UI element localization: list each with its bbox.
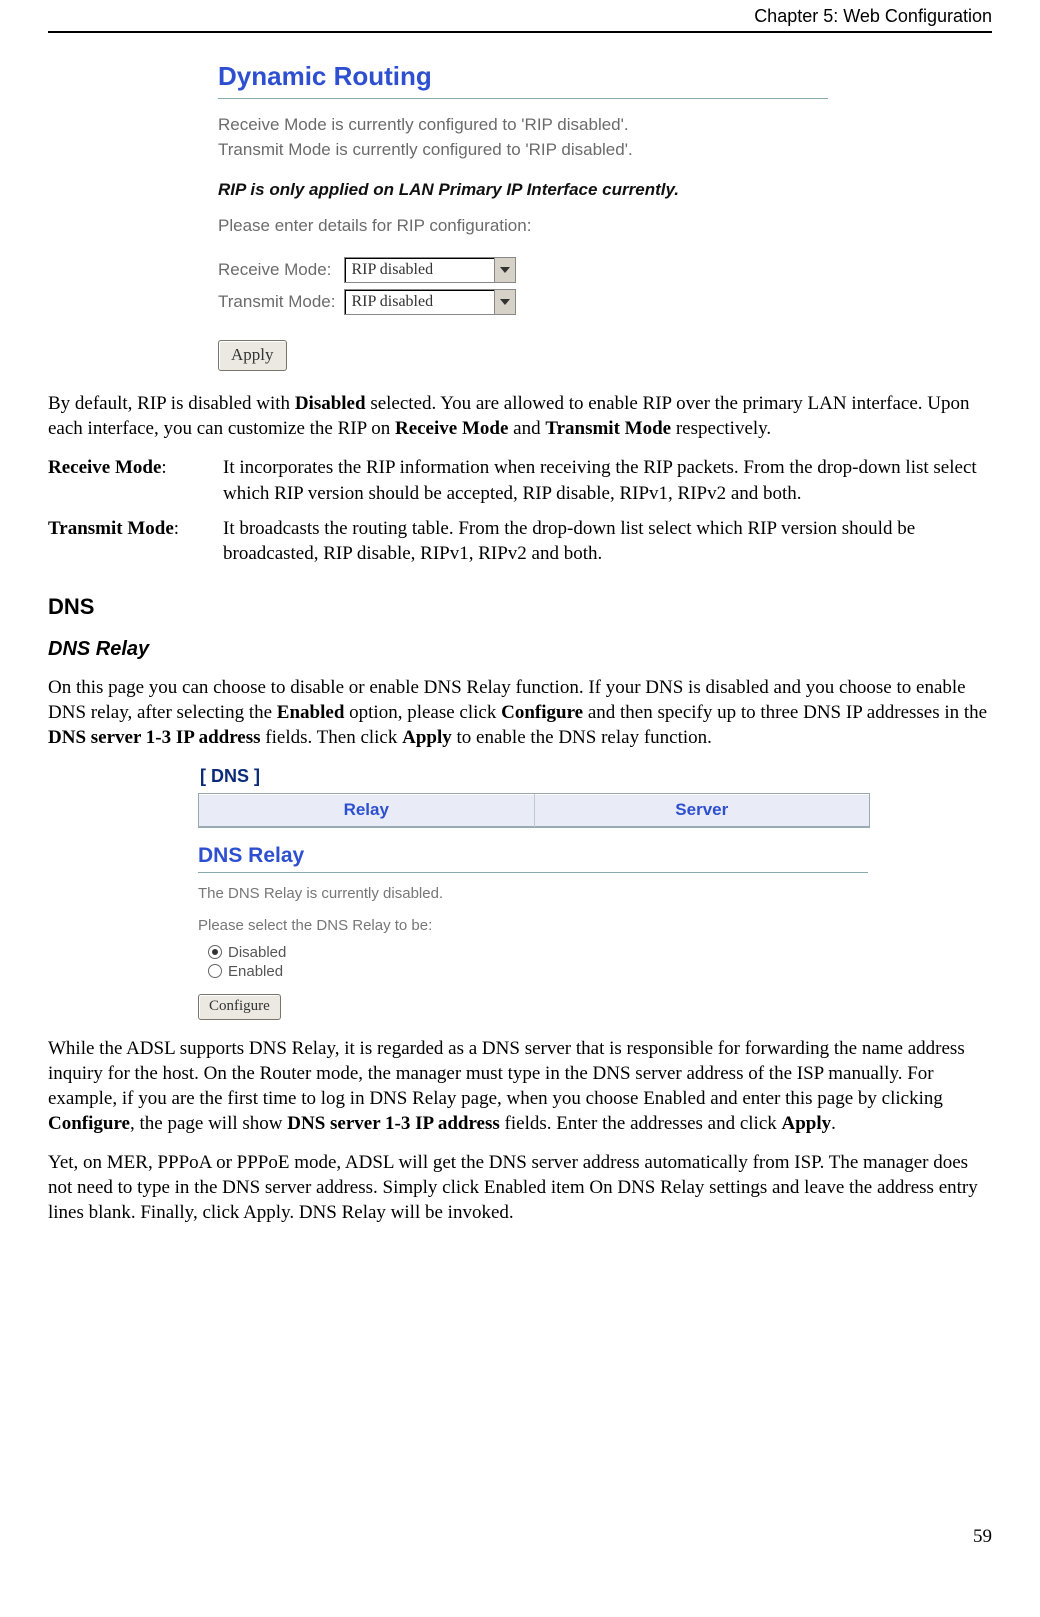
paragraph-dns-relay-intro: On this page you can choose to disable o… — [48, 675, 992, 750]
radio-enabled-label: Enabled — [228, 963, 283, 980]
definition-transmit-mode: Transmit Mode: It broadcasts the routing… — [48, 516, 992, 566]
dns-prompt: Please select the DNS Relay to be: — [198, 915, 868, 938]
dns-subtitle: DNS Relay — [198, 844, 868, 868]
tab-relay[interactable]: Relay — [199, 794, 535, 827]
dr-status-rx: Receive Mode is currently configured to … — [218, 113, 828, 138]
running-header: Chapter 5: Web Configuration — [48, 0, 992, 31]
dns-tabs: Relay Server — [198, 793, 870, 828]
radio-disabled[interactable]: Disabled — [208, 944, 868, 961]
dr-form: Receive Mode: RIP disabled Transmit Mode… — [218, 254, 517, 318]
tab-server[interactable]: Server — [535, 794, 870, 827]
definition-receive-mode: Receive Mode: It incorporates the RIP in… — [48, 455, 992, 505]
dns-breadcrumb: [ DNS ] — [198, 764, 868, 793]
paragraph-dns-relay-mer: Yet, on MER, PPPoA or PPPoE mode, ADSL w… — [48, 1150, 992, 1225]
heading-dns: DNS — [48, 594, 992, 620]
receive-mode-value: RIP disabled — [345, 261, 494, 279]
transmit-mode-value: RIP disabled — [345, 293, 494, 311]
dns-relay-screenshot: [ DNS ] Relay Server DNS Relay The DNS R… — [198, 764, 868, 1020]
dr-prompt: Please enter details for RIP configurati… — [218, 216, 828, 236]
radio-disabled-label: Disabled — [228, 944, 286, 961]
dr-title: Dynamic Routing — [218, 61, 828, 92]
radio-icon — [208, 945, 222, 959]
dr-rx-label: Receive Mode: — [218, 254, 343, 286]
receive-mode-select[interactable]: RIP disabled — [344, 257, 516, 283]
dr-note: RIP is only applied on LAN Primary IP In… — [218, 180, 828, 200]
transmit-mode-select[interactable]: RIP disabled — [344, 289, 516, 315]
radio-enabled[interactable]: Enabled — [208, 963, 868, 980]
chevron-down-icon — [494, 290, 515, 314]
configure-button[interactable]: Configure — [198, 994, 281, 1020]
heading-dns-relay: DNS Relay — [48, 638, 992, 661]
dr-divider — [218, 98, 828, 99]
paragraph-dns-relay-detail: While the ADSL supports DNS Relay, it is… — [48, 1036, 992, 1136]
dr-tx-label: Transmit Mode: — [218, 286, 343, 318]
apply-button[interactable]: Apply — [218, 340, 287, 371]
header-rule — [48, 31, 992, 33]
radio-icon — [208, 964, 222, 978]
paragraph-rip-intro: By default, RIP is disabled with Disable… — [48, 391, 992, 441]
dns-status: The DNS Relay is currently disabled. — [198, 883, 868, 906]
dynamic-routing-screenshot: Dynamic Routing Receive Mode is currentl… — [218, 61, 828, 371]
chevron-down-icon — [494, 258, 515, 282]
dr-status-tx: Transmit Mode is currently configured to… — [218, 138, 828, 163]
dns-divider — [198, 872, 868, 873]
page-number: 59 — [48, 1526, 992, 1548]
